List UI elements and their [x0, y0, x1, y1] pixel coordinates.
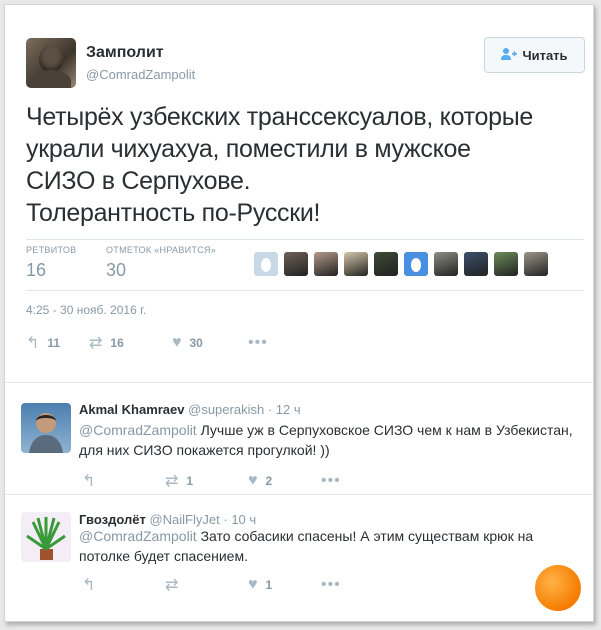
- egg-avatar[interactable]: [254, 252, 278, 276]
- more-icon: •••: [321, 472, 341, 489]
- reply-item[interactable]: Akmal Khamraev @superakish · 12 ч @Comra…: [5, 383, 593, 494]
- person-avatar[interactable]: [374, 252, 398, 276]
- retweet-count: 16: [110, 336, 124, 350]
- dog-avatar[interactable]: [344, 252, 368, 276]
- landscape-avatar[interactable]: [434, 252, 458, 276]
- like-count: 1: [265, 578, 273, 592]
- heart-icon: ♥: [172, 334, 182, 351]
- reply-mention[interactable]: @ComradZampolit: [79, 528, 197, 544]
- retweet-icon: ⇄: [89, 335, 103, 352]
- like-button[interactable]: ♥ 2: [248, 472, 321, 490]
- reply-header: Гвоздолёт @NailFlyJet · 10 ч: [79, 512, 257, 527]
- likes-stat[interactable]: ОТМЕТОК «НРАВИТСЯ» 30: [106, 245, 216, 281]
- reply-author-name[interactable]: Akmal Khamraev: [79, 402, 185, 417]
- more-icon: •••: [248, 334, 268, 351]
- reply-actions: ↰ ⇄ 1 ♥ 2 •••: [82, 471, 349, 491]
- person-avatar[interactable]: [284, 252, 308, 276]
- like-count: 2: [265, 474, 273, 488]
- reply-avatar[interactable]: [21, 512, 71, 562]
- more-button[interactable]: •••: [248, 334, 276, 352]
- main-tweet: Замполит @ComradZampolit Читать Четырёх …: [5, 5, 593, 381]
- tweet-card: Замполит @ComradZampolit Читать Четырёх …: [4, 4, 594, 622]
- reply-avatar[interactable]: [21, 403, 71, 453]
- follow-label: Читать: [522, 47, 568, 63]
- reply-text-line: потолке будет спасением.: [79, 548, 248, 564]
- tweet-text: Четырёх узбекских транссексуалов, которы…: [26, 101, 586, 229]
- tweet-text-line: Четырёх узбекских транссексуалов, которы…: [26, 103, 533, 131]
- likes-count: 30: [106, 260, 127, 280]
- person-avatar[interactable]: [314, 252, 338, 276]
- reply-icon: ↰: [82, 473, 96, 490]
- heart-icon: ♥: [248, 576, 258, 593]
- add-user-icon: [501, 47, 518, 63]
- likers-list: [254, 252, 548, 276]
- reply-button[interactable]: ↰: [82, 575, 165, 595]
- person-avatar[interactable]: [524, 252, 548, 276]
- likes-label: ОТМЕТОК «НРАВИТСЯ»: [106, 245, 217, 255]
- like-count: 30: [189, 336, 203, 350]
- retweet-button[interactable]: ⇄ 16: [89, 333, 172, 353]
- person-avatar[interactable]: [494, 252, 518, 276]
- reply-item[interactable]: Гвоздолёт @NailFlyJet · 10 ч @ComradZamp…: [5, 495, 593, 620]
- like-button[interactable]: ♥ 30: [172, 334, 248, 352]
- retweets-count: 16: [26, 260, 47, 280]
- egg-avatar[interactable]: [404, 252, 428, 276]
- person-avatar[interactable]: [464, 252, 488, 276]
- retweet-count: 1: [186, 474, 194, 488]
- reply-text-line: для них СИЗО покажется прогулкой! )): [79, 442, 330, 458]
- reply-text: @ComradZampolit Зато собасики спасены! А…: [79, 526, 579, 566]
- tweet-timestamp[interactable]: 4:25 - 30 нояб. 2016 г.: [26, 303, 146, 317]
- tweet-text-line: украли чихуахуа, поместили в мужское: [26, 135, 471, 163]
- follow-button[interactable]: Читать: [484, 37, 585, 73]
- reply-text-line: Лучше уж в Серпуховское СИЗО чем к нам в…: [196, 422, 573, 438]
- reply-mention[interactable]: @ComradZampolit: [79, 422, 197, 438]
- divider: [26, 290, 584, 291]
- author-avatar[interactable]: [26, 38, 76, 88]
- reply-author-name[interactable]: Гвоздолёт: [79, 512, 146, 527]
- reply-count: 11: [47, 336, 61, 350]
- author-name[interactable]: Замполит: [86, 44, 164, 62]
- retweet-icon: ⇄: [165, 473, 179, 490]
- reply-button[interactable]: ↰: [82, 471, 165, 491]
- author-handle[interactable]: @ComradZampolit: [86, 67, 195, 82]
- tweet-text-line: Толерантность по-Русски!: [26, 199, 321, 227]
- reply-actions: ↰ ⇄ ♥ 1 •••: [82, 575, 349, 595]
- more-button[interactable]: •••: [321, 472, 349, 490]
- divider: [26, 239, 584, 240]
- more-button[interactable]: •••: [321, 576, 349, 594]
- reply-text: @ComradZampolit Лучше уж в Серпуховское …: [79, 420, 579, 460]
- heart-icon: ♥: [248, 472, 258, 489]
- reply-time[interactable]: 10 ч: [231, 512, 256, 527]
- more-icon: •••: [321, 576, 341, 593]
- reply-author-handle[interactable]: @NailFlyJet: [149, 512, 219, 527]
- like-button[interactable]: ♥ 1: [248, 576, 321, 594]
- reply-icon: ↰: [26, 335, 40, 352]
- reply-text-line: Зато собасики спасены! А этим существам …: [196, 528, 534, 544]
- reply-author-handle[interactable]: @superakish: [188, 402, 264, 417]
- tweet-actions: ↰ 11 ⇄ 16 ♥ 30 •••: [26, 333, 276, 353]
- reply-time[interactable]: 12 ч: [276, 402, 301, 417]
- retweet-button[interactable]: ⇄: [165, 575, 248, 595]
- reply-button[interactable]: ↰ 11: [26, 333, 89, 353]
- retweet-button[interactable]: ⇄ 1: [165, 471, 248, 491]
- retweets-stat[interactable]: РЕТВИТОВ 16: [26, 245, 76, 281]
- retweets-label: РЕТВИТОВ: [26, 245, 77, 255]
- tweet-text-line: СИЗО в Серпухове.: [26, 167, 251, 195]
- reply-icon: ↰: [82, 577, 96, 594]
- reply-header: Akmal Khamraev @superakish · 12 ч: [79, 402, 301, 417]
- retweet-icon: ⇄: [165, 577, 179, 594]
